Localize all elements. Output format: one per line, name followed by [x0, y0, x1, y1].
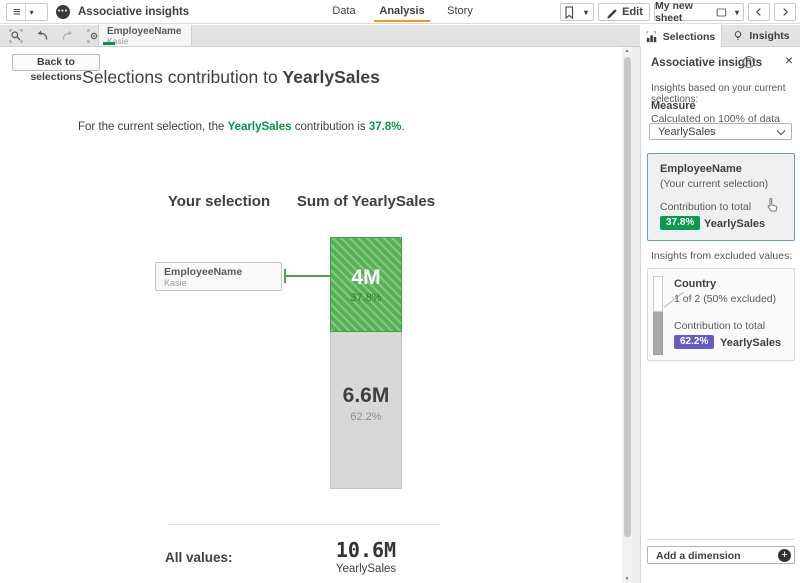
chevron-down-icon: ▾	[580, 8, 592, 17]
scroll-down-arrow[interactable]: ▼	[622, 576, 632, 582]
selected-segment-percent: 37.8%	[331, 292, 401, 304]
previous-sheet-button[interactable]	[748, 3, 770, 21]
mini-bar-included-segment	[653, 276, 663, 312]
selections-tool-icon	[646, 31, 658, 43]
panel-bottom-divider	[647, 539, 795, 540]
hand-cursor-icon	[764, 196, 780, 214]
excluded-values-heading: Insights from excluded values:	[651, 250, 792, 262]
global-menu-button[interactable]: ≡ ▾	[6, 3, 48, 21]
chevron-left-icon	[753, 6, 765, 18]
step-forward-button[interactable]	[56, 27, 80, 44]
hamburger-icon: ≡	[7, 4, 25, 21]
panel-tab-bar: Selections Insights	[640, 25, 800, 47]
app-logo-icon: •••	[56, 5, 70, 19]
summary-mid: contribution is	[292, 121, 369, 133]
page-title: Selections contribution to YearlySales	[0, 67, 462, 88]
card-note: 1 of 2 (50% excluded)	[674, 293, 776, 305]
selection-field-value: Kasie	[164, 278, 187, 288]
contribution-badge: 62.2%	[674, 335, 714, 349]
excluded-segment-value: 6.6M	[331, 384, 401, 408]
summary-text: For the current selection, the YearlySal…	[78, 121, 405, 133]
selection-field-box[interactable]: EmployeeName Kasie	[155, 262, 282, 291]
qlik-app-window: ≡ ▾ ••• Associative insights Data Analys…	[0, 0, 800, 583]
add-dimension-button[interactable]: Add a dimension +	[647, 546, 795, 564]
tab-selections-panel[interactable]: Selections	[640, 25, 722, 48]
card-measure-label: YearlySales	[720, 337, 781, 349]
mini-bar-chart	[653, 276, 663, 355]
summary-post: .	[402, 121, 405, 133]
your-selection-header: Your selection	[148, 193, 290, 210]
search-icon	[9, 29, 23, 43]
step-back-button[interactable]	[30, 27, 54, 44]
smart-search-button[interactable]	[4, 27, 28, 44]
edit-button[interactable]: Edit	[598, 3, 650, 21]
close-icon[interactable]: ×	[785, 52, 793, 68]
bar-segment-excluded[interactable]: 6.6M 62.2%	[330, 332, 402, 489]
contribution-label: Contribution to total	[674, 320, 765, 332]
measure-dropdown-value: YearlySales	[658, 126, 716, 138]
measure-section-label: Measure	[651, 100, 696, 112]
summary-value: 37.8%	[369, 121, 402, 133]
selection-green-indicator	[103, 42, 115, 45]
pencil-icon	[605, 6, 618, 19]
card-note: (Your current selection)	[660, 178, 768, 190]
chevron-down-icon: ▾	[731, 8, 743, 17]
chevron-down-icon: ▾	[26, 8, 38, 17]
tab-data[interactable]: Data	[322, 5, 366, 17]
tab-story[interactable]: Story	[438, 5, 482, 17]
excluded-segment-percent: 62.2%	[331, 411, 401, 423]
tab-insights-panel[interactable]: Insights	[722, 25, 800, 47]
contribution-badge: 37.8%	[660, 216, 700, 230]
measure-dropdown[interactable]: YearlySales	[649, 123, 792, 140]
edit-button-label: Edit	[622, 6, 643, 18]
sum-of-yearlysales-header: Sum of YearlySales	[284, 193, 448, 210]
card-field-name: EmployeeName	[660, 163, 742, 175]
panel-gap	[632, 47, 640, 583]
sheet-icon	[716, 6, 727, 19]
plus-icon: +	[778, 549, 791, 562]
selected-segment-value: 4M	[331, 266, 401, 290]
excluded-insight-card[interactable]: Country 1 of 2 (50% excluded) Contributi…	[647, 268, 795, 361]
undo-arrow-icon	[35, 29, 49, 43]
chevron-down-icon	[776, 129, 786, 136]
tab-insights-label: Insights	[749, 30, 789, 42]
next-sheet-button[interactable]	[774, 3, 796, 21]
lightbulb-icon	[732, 30, 744, 42]
top-bar: ≡ ▾ ••• Associative insights Data Analys…	[0, 0, 800, 24]
total-measure-label: YearlySales	[316, 563, 416, 575]
selections-toolbar: EmployeeName Kasie	[0, 25, 640, 47]
all-values-label: All values:	[165, 550, 233, 565]
current-selection-card[interactable]: EmployeeName (Your current selection) Co…	[647, 153, 795, 241]
tab-analysis[interactable]: Analysis	[370, 5, 434, 17]
app-title: Associative insights	[78, 6, 189, 18]
page-title-prefix: Selections contribution to	[82, 67, 282, 87]
bar-segment-selected[interactable]: 4M 37.8%	[330, 237, 402, 332]
selection-field-name: EmployeeName	[164, 266, 242, 278]
selection-chip-employeename[interactable]: EmployeeName Kasie	[98, 25, 192, 46]
mini-bar-excluded-segment	[653, 312, 663, 355]
sheet-name: My new sheet	[655, 0, 712, 24]
card-measure-label: YearlySales	[704, 218, 765, 230]
total-value: 10.6M	[316, 538, 416, 562]
page-title-measure: YearlySales	[283, 67, 380, 87]
bookmarks-button[interactable]: ▾	[560, 3, 594, 21]
help-icon[interactable]: ?	[743, 56, 755, 68]
connector-line	[285, 275, 330, 277]
associative-insights-main: Back to selections Selections contributi…	[0, 47, 622, 583]
contribution-label: Contribution to total	[660, 201, 751, 213]
scroll-up-arrow[interactable]: ▲	[622, 48, 632, 54]
card-field-name: Country	[674, 278, 716, 290]
summary-measure: YearlySales	[228, 121, 292, 133]
sheet-selector-button[interactable]: My new sheet ▾	[654, 3, 744, 21]
add-dimension-label: Add a dimension	[656, 550, 741, 562]
scrollbar-thumb[interactable]	[624, 57, 631, 537]
chevron-right-icon	[779, 6, 791, 18]
bookmark-icon	[562, 5, 576, 19]
summary-pre: For the current selection, the	[78, 121, 228, 133]
tab-selections-label: Selections	[663, 31, 716, 43]
main-scrollbar[interactable]: ▲ ▼	[622, 47, 632, 583]
associative-insights-panel: Associative insights ? × Insights based …	[640, 47, 800, 583]
total-divider	[168, 524, 440, 525]
redo-arrow-icon	[61, 29, 75, 43]
